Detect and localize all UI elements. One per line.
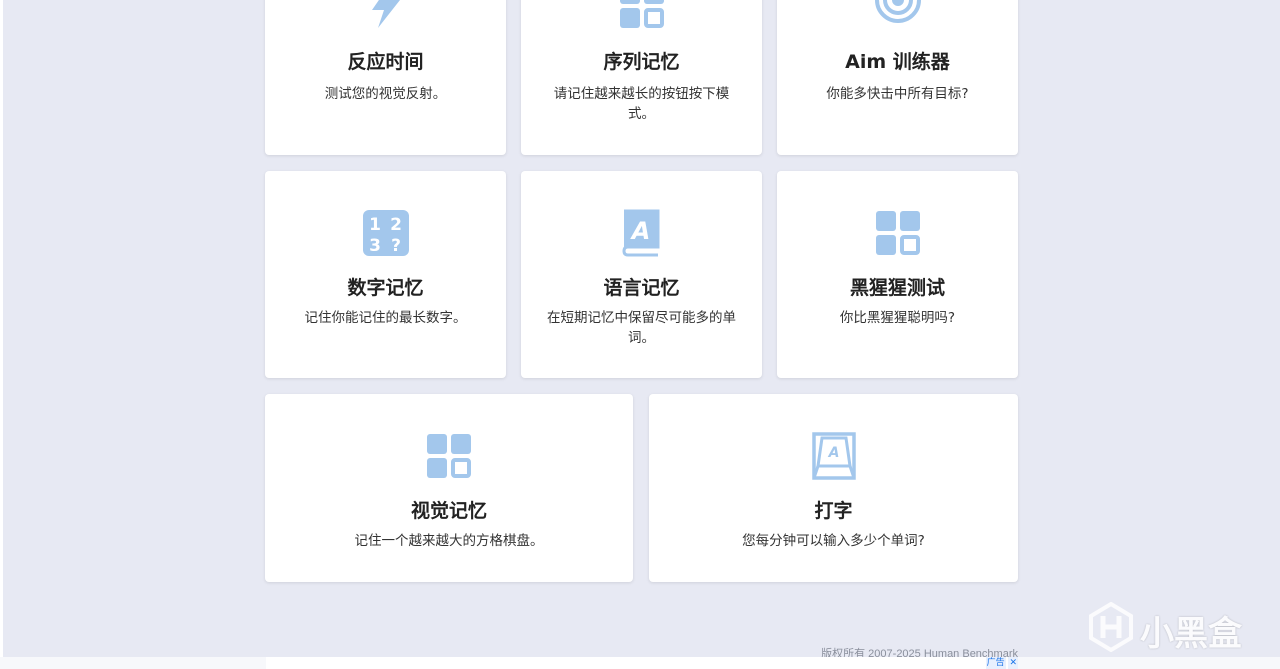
- card-description: 在短期记忆中保留尽可能多的单词。: [547, 310, 736, 346]
- card-number-memory[interactable]: 1 2 3 ? 数字记忆 记住你能记住的最长数字。: [265, 171, 506, 378]
- watermark: 小黑盒: [1088, 600, 1248, 656]
- svg-text:A: A: [629, 217, 650, 245]
- card-typing[interactable]: A 打字 您每分钟可以输入多少个单词?: [649, 394, 1018, 582]
- svg-text:A: A: [827, 445, 839, 461]
- card-sequence-memory[interactable]: 序列记忆 请记住越来越长的按钮按下模式。: [521, 0, 762, 155]
- card-description: 你比黑猩猩聪明吗?: [839, 310, 956, 326]
- ad-banner[interactable]: [266, 657, 1018, 669]
- card-title: 打字: [814, 500, 853, 522]
- card-title: 黑猩猩测试: [849, 277, 945, 299]
- card-chimp-test[interactable]: 黑猩猩测试 你比黑猩猩聪明吗?: [777, 171, 1018, 378]
- card-title: 反应时间: [347, 51, 424, 73]
- page: 反应时间 测试您的视觉反射。 序列记忆 请记住越来越长的按钮按下模式。 Aim …: [0, 0, 1280, 669]
- grid-squares-icon: [427, 434, 471, 478]
- card-title: 语言记忆: [603, 277, 680, 299]
- svg-text:3: 3: [369, 236, 381, 256]
- card-description: 您每分钟可以输入多少个单词?: [742, 533, 925, 549]
- svg-text:?: ?: [391, 236, 401, 256]
- target-icon: [874, 0, 921, 23]
- numbers-icon: 1 2 3 ?: [362, 210, 409, 256]
- lightning-icon: [371, 0, 400, 28]
- card-verbal-memory[interactable]: A 语言记忆 在短期记忆中保留尽可能多的单词。: [521, 171, 762, 378]
- grid-squares-icon: [619, 0, 664, 28]
- keyboard-key-icon: A: [811, 432, 856, 480]
- card-description: 测试您的视觉反射。: [324, 86, 447, 102]
- grid-squares-icon: [875, 211, 920, 255]
- card-title: 序列记忆: [603, 51, 680, 73]
- svg-text:2: 2: [390, 215, 402, 235]
- card-title: Aim 训练器: [845, 51, 950, 73]
- watermark-text: 小黑盒: [1140, 614, 1242, 654]
- card-description: 请记住越来越长的按钮按下模式。: [553, 86, 730, 122]
- ad-badge[interactable]: 广告 ✕: [985, 657, 1018, 669]
- svg-text:1: 1: [369, 215, 381, 235]
- book-icon: A: [621, 209, 659, 257]
- card-visual-memory[interactable]: 视觉记忆 记住一个越来越大的方格棋盘。: [265, 394, 633, 582]
- ad-label: 广告: [985, 657, 1006, 669]
- left-edge: [0, 0, 3, 669]
- card-reaction-time[interactable]: 反应时间 测试您的视觉反射。: [265, 0, 506, 155]
- card-description: 你能多快击中所有目标?: [826, 86, 969, 102]
- card-description: 记住一个越来越大的方格棋盘。: [354, 533, 544, 549]
- card-aim-trainer[interactable]: Aim 训练器 你能多快击中所有目标?: [777, 0, 1018, 155]
- card-description: 记住你能记住的最长数字。: [304, 310, 467, 326]
- card-title: 数字记忆: [347, 277, 424, 299]
- card-title: 视觉记忆: [410, 500, 487, 522]
- heybox-logo-icon: [1089, 602, 1133, 652]
- ad-close-icon[interactable]: ✕: [1008, 657, 1018, 669]
